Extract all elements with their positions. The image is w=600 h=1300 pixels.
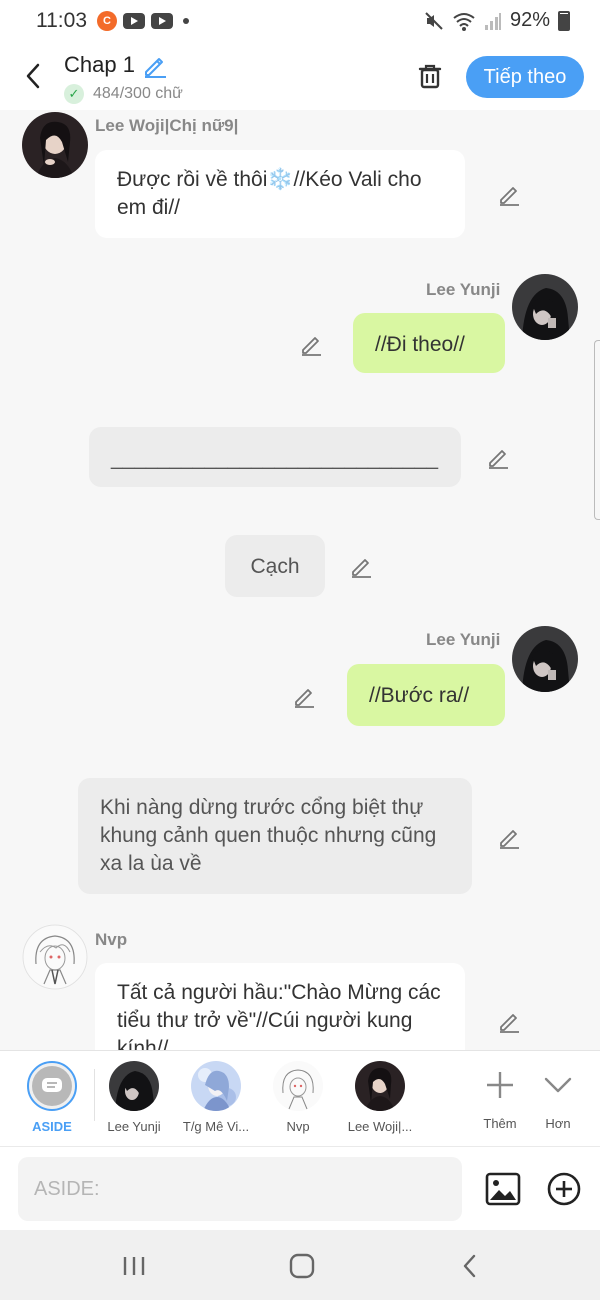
avatar-nvp[interactable] xyxy=(22,924,88,990)
wifi-icon xyxy=(453,12,475,31)
avatar xyxy=(191,1061,241,1111)
recent-apps-icon xyxy=(123,1257,145,1275)
character-nvp[interactable]: Nvp xyxy=(256,1061,340,1134)
aside-bubble[interactable]: Khi nàng dừng trước cổng biệt thự khung … xyxy=(78,778,472,894)
sender-name: Nvp xyxy=(95,930,128,949)
character-label: Lee Woji|... xyxy=(347,1119,413,1134)
message-bubble[interactable]: //Đi theo// xyxy=(353,313,505,373)
message-input[interactable] xyxy=(18,1157,462,1221)
trash-icon[interactable] xyxy=(414,60,446,92)
image-icon[interactable] xyxy=(485,1171,521,1207)
character-label: ASIDE xyxy=(32,1119,72,1134)
battery-icon xyxy=(558,10,570,31)
chat-bubble-icon xyxy=(42,1078,62,1092)
add-circle-icon[interactable] xyxy=(546,1171,582,1207)
message-bubble[interactable]: //Bước ra// xyxy=(347,664,505,726)
pencil-icon[interactable] xyxy=(349,554,373,578)
pencil-icon[interactable] xyxy=(299,332,323,356)
recent-apps-button[interactable] xyxy=(114,1248,154,1284)
youtube-notification-icon-2 xyxy=(151,13,173,29)
message-bubble[interactable]: Tất cả người hầu:"Chào Mừng các tiểu thư… xyxy=(95,963,465,1050)
more-notifications-icon xyxy=(183,18,189,24)
avatar xyxy=(355,1061,405,1111)
avatar-image xyxy=(22,112,88,178)
scrollbar-thumb[interactable] xyxy=(594,340,600,520)
pencil-icon[interactable] xyxy=(497,1009,521,1033)
sender-name: Lee Yunji xyxy=(426,280,501,299)
home-icon xyxy=(289,1253,315,1279)
youtube-notification-icon xyxy=(123,13,145,29)
pencil-icon[interactable] xyxy=(497,182,521,206)
status-bar: 11:03 C 92% xyxy=(0,0,600,42)
aside-avatar xyxy=(27,1061,77,1111)
pencil-icon[interactable] xyxy=(486,445,510,469)
next-button[interactable]: Tiếp theo xyxy=(466,56,584,98)
status-app-icons: C xyxy=(97,11,189,31)
avatar-image xyxy=(512,274,578,340)
sender-name: Lee Woji|Chị nữ9| xyxy=(95,116,239,135)
chevron-down-icon xyxy=(544,1077,572,1093)
avatar xyxy=(273,1061,323,1111)
plus-icon xyxy=(487,1072,513,1098)
character-selector: ASIDE Lee Yunji T/g Mê Vi... Nvp Lee Woj… xyxy=(0,1050,600,1146)
aside-bubble[interactable]: Cạch xyxy=(225,535,325,597)
check-icon: ✓ xyxy=(64,84,84,104)
avatar-image xyxy=(22,924,88,990)
pencil-icon[interactable] xyxy=(292,684,316,708)
avatar-image xyxy=(109,1061,159,1111)
more-button[interactable]: Hơn xyxy=(516,1061,600,1131)
signal-icon xyxy=(484,12,501,30)
avatar-lee-yunji[interactable] xyxy=(512,274,578,340)
chapter-title[interactable]: Chap 1 xyxy=(64,52,135,78)
app-notification-icon: C xyxy=(97,11,117,31)
avatar-lee-woji[interactable] xyxy=(22,112,88,178)
avatar xyxy=(109,1061,159,1111)
word-count: 484/300 chữ xyxy=(93,85,183,102)
sender-name: Lee Yunji xyxy=(426,630,501,649)
system-nav-bar xyxy=(0,1230,600,1300)
aside-bubble[interactable]: ____________________________ xyxy=(89,427,461,487)
aside-inner xyxy=(32,1066,72,1106)
avatar-image xyxy=(191,1061,241,1111)
battery-percent: 92% xyxy=(509,9,550,31)
character-aside[interactable]: ASIDE xyxy=(10,1061,94,1134)
character-label: T/g Mê Vi... xyxy=(182,1119,250,1134)
status-indicators: 92% xyxy=(424,9,570,32)
status-time: 11:03 xyxy=(36,9,87,32)
pencil-icon[interactable] xyxy=(142,52,168,78)
chapter-header: Chap 1 ✓ 484/300 chữ Tiếp theo xyxy=(0,42,600,110)
composer-bar xyxy=(0,1146,600,1230)
pencil-icon[interactable] xyxy=(497,825,521,849)
character-tg-me-vi[interactable]: T/g Mê Vi... xyxy=(174,1061,258,1134)
message-bubble[interactable]: Được rồi về thôi❄️//Kéo Vali cho em đi// xyxy=(95,150,465,238)
avatar-image xyxy=(355,1061,405,1111)
character-lee-yunji[interactable]: Lee Yunji xyxy=(92,1061,176,1134)
character-lee-woji[interactable]: Lee Woji|... xyxy=(338,1061,422,1134)
chevron-left-icon xyxy=(26,63,40,89)
character-label: Lee Yunji xyxy=(107,1119,161,1134)
avatar-image xyxy=(273,1061,323,1111)
avatar-lee-yunji[interactable] xyxy=(512,626,578,692)
home-button[interactable] xyxy=(282,1248,322,1284)
more-label: Hơn xyxy=(545,1116,571,1131)
mute-icon xyxy=(425,11,443,30)
chat-area[interactable]: Lee Woji|Chị nữ9| Được rồi về thôi❄️//Ké… xyxy=(0,110,600,1050)
system-back-button[interactable] xyxy=(450,1248,490,1284)
avatar-image xyxy=(512,626,578,692)
back-arrow-icon xyxy=(463,1254,476,1278)
character-label: Nvp xyxy=(286,1119,310,1134)
back-button[interactable] xyxy=(18,58,48,94)
